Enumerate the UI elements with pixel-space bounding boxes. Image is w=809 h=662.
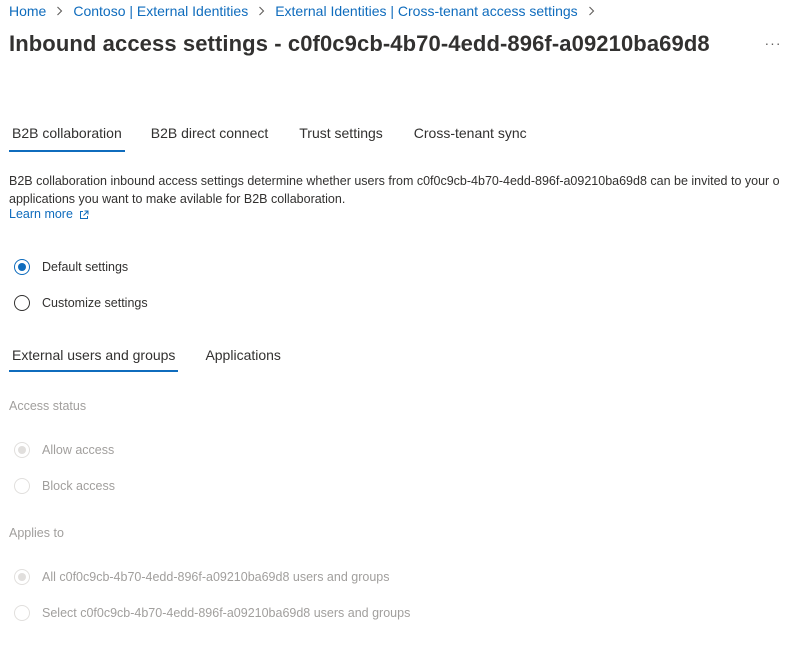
radio-label: Select c0f0c9cb-4b70-4edd-896f-a09210ba6…	[42, 606, 411, 620]
radio-customize-settings[interactable]: Customize settings	[14, 295, 148, 311]
ellipsis-icon: ···	[764, 35, 782, 51]
radio-select-users-and-groups[interactable]: Select c0f0c9cb-4b70-4edd-896f-a09210ba6…	[14, 605, 410, 621]
more-options-button[interactable]: ···	[763, 33, 783, 53]
radio-label: All c0f0c9cb-4b70-4edd-896f-a09210ba69d8…	[42, 570, 390, 584]
radio-default-settings[interactable]: Default settings	[14, 259, 128, 275]
tab-cross-tenant-sync[interactable]: Cross-tenant sync	[414, 114, 527, 152]
tab-applications[interactable]: Applications	[205, 337, 281, 372]
tab-label: Cross-tenant sync	[413, 125, 527, 141]
radio-label: Default settings	[42, 260, 129, 274]
description-line-1: B2B collaboration inbound access setting…	[9, 174, 780, 188]
radio-label: Block access	[42, 479, 115, 493]
breadcrumb: Home Contoso | External Identities Exter…	[9, 2, 605, 20]
description: B2B collaboration inbound access setting…	[9, 173, 780, 208]
tab-label: Applications	[205, 346, 281, 363]
learn-more-link[interactable]: Learn more	[9, 207, 89, 221]
radio-button[interactable]	[14, 259, 30, 275]
chevron-right-icon	[587, 4, 596, 19]
tab-b2b-direct-connect[interactable]: B2B direct connect	[151, 114, 269, 152]
main-tabs: B2B collaboration B2B direct connect Tru…	[0, 114, 527, 152]
breadcrumb-contoso-external-identities[interactable]: Contoso | External Identities	[73, 3, 248, 19]
applies-to-label: Applies to	[9, 526, 64, 540]
radio-label: Allow access	[42, 443, 115, 457]
title-row: Inbound access settings - c0f0c9cb-4b70-…	[9, 31, 710, 57]
radio-allow-access[interactable]: Allow access	[14, 442, 114, 458]
radio-button[interactable]	[14, 478, 30, 494]
page-title: Inbound access settings - c0f0c9cb-4b70-…	[9, 31, 710, 56]
radio-all-users-and-groups[interactable]: All c0f0c9cb-4b70-4edd-896f-a09210ba69d8…	[14, 569, 389, 585]
sub-tabs: External users and groups Applications	[0, 337, 281, 372]
description-line-2: applications you want to make avilable f…	[9, 191, 346, 206]
tab-external-users-and-groups[interactable]: External users and groups	[9, 337, 179, 372]
tab-label: B2B direct connect	[150, 125, 269, 141]
breadcrumb-home[interactable]: Home	[9, 3, 46, 19]
access-status-label: Access status	[9, 399, 87, 413]
radio-button[interactable]	[14, 605, 30, 621]
breadcrumb-cross-tenant-access-settings[interactable]: External Identities | Cross-tenant acces…	[275, 3, 577, 19]
tab-label: Trust settings	[299, 125, 383, 141]
radio-button[interactable]	[14, 295, 30, 311]
chevron-right-icon	[257, 4, 266, 19]
tab-label: B2B collaboration	[12, 125, 122, 141]
tab-label: External users and groups	[12, 346, 176, 363]
external-link-icon	[79, 209, 89, 219]
radio-button[interactable]	[14, 442, 30, 458]
radio-block-access[interactable]: Block access	[14, 478, 115, 494]
chevron-right-icon	[55, 4, 64, 19]
radio-button[interactable]	[14, 569, 30, 585]
tab-b2b-collaboration[interactable]: B2B collaboration	[9, 114, 125, 152]
tab-trust-settings[interactable]: Trust settings	[299, 114, 383, 152]
learn-more-label: Learn more	[9, 207, 73, 221]
radio-label: Customize settings	[42, 296, 148, 310]
